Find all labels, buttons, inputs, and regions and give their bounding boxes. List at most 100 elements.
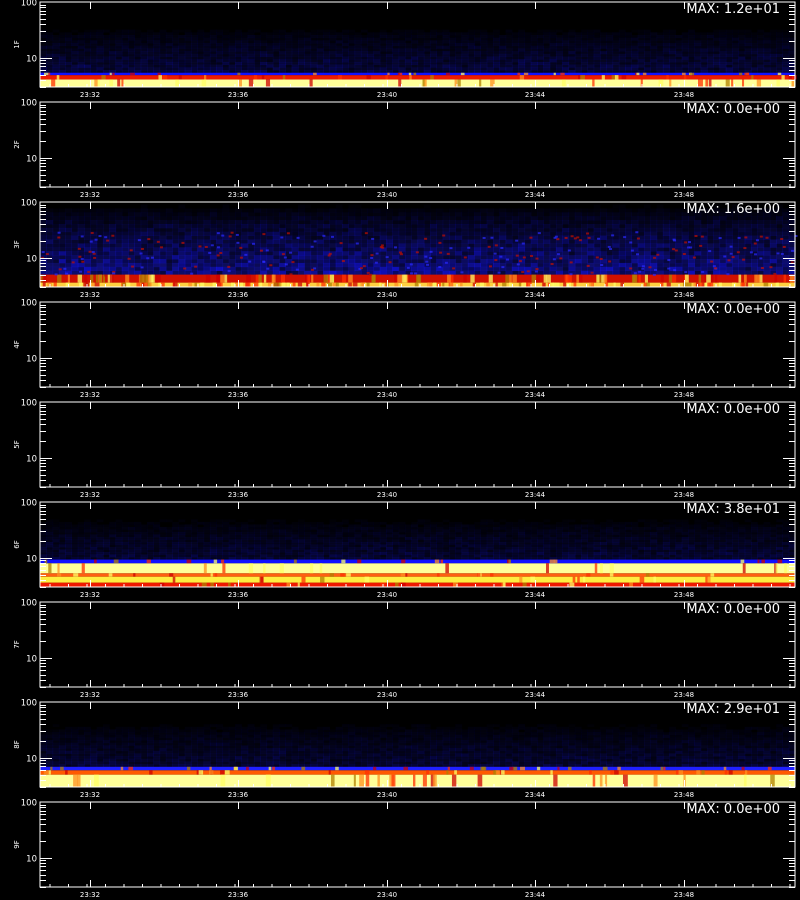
heatmap-stripe [372, 274, 376, 283]
heatmap-cell [310, 212, 318, 217]
heatmap-cell [700, 227, 708, 233]
heatmap-cell [650, 45, 658, 49]
heatmap-stripe [621, 75, 627, 80]
heatmap-cell [606, 37, 614, 41]
heatmap-cell [750, 270, 758, 275]
heatmap-cell [480, 51, 488, 55]
heatmap-cell [423, 61, 431, 65]
heatmap-speck [409, 263, 413, 266]
heatmap-cell [574, 224, 582, 229]
heatmap-cell [618, 231, 626, 236]
heatmap-speck [438, 265, 442, 268]
heatmap-cell [763, 239, 771, 244]
heatmap-cell [253, 208, 261, 213]
heatmap-cell [165, 32, 173, 36]
heatmap-cell [524, 64, 532, 68]
heatmap-cell [486, 247, 494, 252]
heatmap-cell [184, 255, 192, 260]
heatmap-cell [216, 208, 224, 213]
heatmap-cell [713, 220, 721, 225]
heatmap-cell [750, 43, 758, 47]
heatmap-cell [191, 61, 198, 65]
heatmap-speck [635, 231, 639, 234]
heatmap-cell [392, 48, 400, 52]
heatmap-cell [65, 59, 73, 63]
heatmap-cell [750, 32, 758, 36]
heatmap-cell [228, 216, 236, 221]
heatmap-cell [146, 48, 154, 52]
heatmap-cell [392, 53, 400, 57]
y-tick-label: 100 [21, 0, 37, 9]
heatmap-cell [637, 216, 645, 221]
heatmap-cell [694, 64, 702, 68]
heatmap-cell [379, 51, 387, 55]
x-tick-label: 23:32 [80, 191, 100, 199]
heatmap-cell [448, 51, 456, 55]
heatmap-cell [700, 32, 708, 36]
heatmap-cell [706, 48, 714, 52]
heatmap-cell [335, 231, 343, 236]
heatmap-cell [398, 34, 406, 38]
heatmap-cell [568, 48, 576, 52]
heatmap-cell [448, 251, 456, 256]
heatmap-cell [153, 70, 161, 74]
heatmap-cell [279, 34, 286, 38]
heatmap-cell [398, 56, 406, 60]
heatmap-cell [644, 227, 651, 233]
heatmap-cell [304, 224, 312, 229]
heatmap-cell [197, 61, 205, 65]
heatmap-cell [65, 37, 73, 41]
heatmap-cell [625, 227, 633, 233]
heatmap-stripe [549, 282, 555, 287]
heatmap-cell [474, 48, 482, 52]
heatmap-cell [411, 64, 419, 68]
heatmap-cell [178, 212, 186, 217]
heatmap-cell [694, 270, 702, 275]
heatmap-cell [354, 48, 362, 52]
heatmap-cell [474, 251, 482, 256]
heatmap-cell [587, 59, 595, 63]
heatmap-cell [373, 48, 381, 52]
heatmap-cell [631, 243, 639, 248]
heatmap-cell [310, 235, 318, 240]
heatmap-cell [71, 216, 79, 221]
heatmap-cell [467, 56, 475, 60]
heatmap-cell [574, 40, 582, 44]
heatmap-cell [285, 37, 293, 41]
heatmap-cell [46, 539, 54, 543]
heatmap-cell [279, 224, 286, 229]
heatmap-cell [247, 34, 255, 38]
heatmap-cell [367, 227, 375, 233]
heatmap-cell [84, 255, 91, 260]
heatmap-cell [178, 40, 186, 44]
heatmap-cell [581, 34, 588, 38]
heatmap-cell [423, 204, 431, 209]
heatmap-cell [486, 56, 494, 60]
heatmap-cell [599, 270, 607, 275]
heatmap-cell [146, 43, 154, 47]
heatmap-cell [776, 243, 784, 248]
heatmap-cell [197, 239, 205, 244]
heatmap-cell [373, 67, 381, 71]
heatmap-cell [587, 243, 595, 248]
heatmap-cell [159, 224, 167, 229]
heatmap-cell [455, 34, 463, 38]
heatmap-cell [562, 231, 570, 236]
heatmap-cell [493, 262, 500, 268]
heatmap-cell [688, 40, 695, 44]
heatmap-cell [738, 37, 746, 41]
heatmap-cell [235, 56, 242, 60]
heatmap-cell [662, 239, 670, 244]
heatmap-cell [354, 262, 362, 268]
heatmap-cell [581, 270, 588, 275]
heatmap-cell [417, 51, 425, 55]
heatmap-cell [153, 40, 161, 44]
heatmap-cell [518, 43, 526, 47]
heatmap-cell [209, 45, 217, 49]
heatmap-cell [467, 262, 475, 268]
heatmap-cell [499, 251, 507, 256]
heatmap-cell [448, 67, 456, 71]
heatmap-cell [109, 48, 117, 52]
heatmap-cell [222, 255, 230, 260]
heatmap-cell [58, 227, 66, 233]
